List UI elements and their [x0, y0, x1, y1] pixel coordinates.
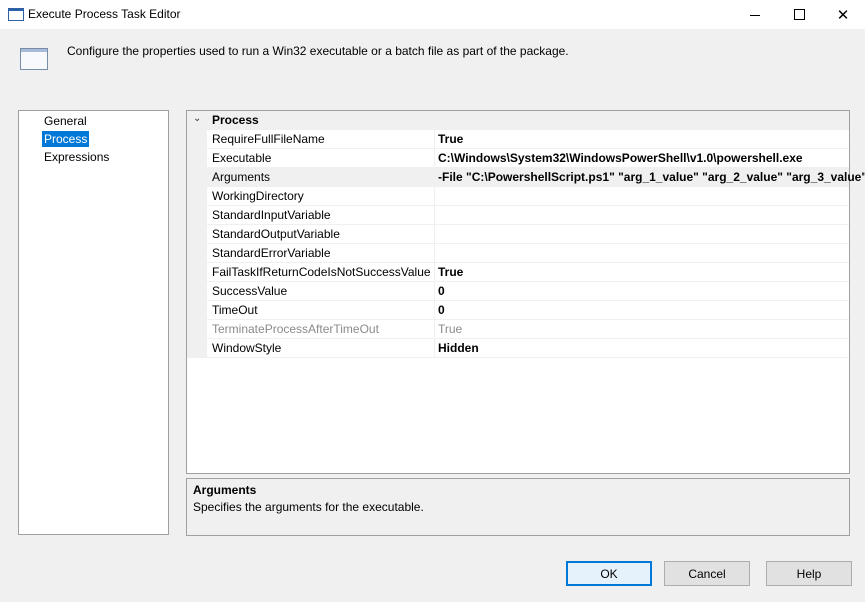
column-divider [434, 149, 435, 168]
window-app-icon [8, 8, 24, 21]
property-value[interactable]: -File "C:\PowershellScript.ps1" "arg_1_v… [438, 170, 865, 184]
property-name: TerminateProcessAfterTimeOut [212, 322, 379, 336]
column-divider [434, 168, 435, 187]
property-grid: ⌄ Process RequireFullFileName True Execu… [186, 110, 865, 474]
minimize-button[interactable] [733, 0, 777, 29]
collapse-chevron-icon[interactable]: ⌄ [193, 113, 201, 124]
property-name: WindowStyle [212, 341, 282, 355]
property-row-terminateprocessaftertimeout[interactable]: TerminateProcessAfterTimeOut True [207, 320, 849, 339]
property-name: TimeOut [212, 303, 258, 317]
property-row-arguments[interactable]: Arguments -File "C:\PowershellScript.ps1… [207, 168, 865, 187]
column-divider [434, 187, 435, 206]
column-divider [434, 130, 435, 149]
property-row-timeout[interactable]: TimeOut 0 [207, 301, 849, 320]
description-text: Specifies the arguments for the executab… [193, 500, 424, 514]
property-row-windowstyle[interactable]: WindowStyle Hidden [207, 339, 849, 358]
category-row-process[interactable]: ⌄ Process [187, 111, 849, 130]
nav-item-process[interactable]: Process [42, 131, 90, 147]
page-list: General Process Expressions [18, 110, 169, 535]
property-row-successvalue[interactable]: SuccessValue 0 [207, 282, 849, 301]
column-divider [434, 301, 435, 320]
property-name: WorkingDirectory [212, 189, 304, 203]
header-description: Configure the properties used to run a W… [67, 44, 569, 58]
property-name: RequireFullFileName [212, 132, 325, 146]
property-value[interactable]: 0 [438, 284, 445, 298]
property-value[interactable]: True [438, 265, 463, 279]
grid-gutter [187, 130, 207, 358]
property-row-standarderrorvariable[interactable]: StandardErrorVariable [207, 244, 849, 263]
property-row-failtaskifreturncodeisnotsuccessvalue[interactable]: FailTaskIfReturnCodeIsNotSuccessValue Tr… [207, 263, 849, 282]
column-divider [434, 206, 435, 225]
help-button[interactable]: Help [766, 561, 852, 586]
property-value: True [438, 322, 463, 336]
property-value[interactable]: True [438, 132, 463, 146]
title-bar: Execute Process Task Editor ✕ [0, 0, 865, 29]
property-name: SuccessValue [212, 284, 288, 298]
property-name: StandardErrorVariable [212, 246, 331, 260]
property-row-executable[interactable]: Executable C:\Windows\System32\WindowsPo… [207, 149, 849, 168]
cancel-button[interactable]: Cancel [664, 561, 750, 586]
close-button[interactable]: ✕ [821, 0, 865, 29]
maximize-icon [793, 9, 805, 20]
property-name: Executable [212, 151, 272, 165]
column-divider [434, 263, 435, 282]
close-icon: ✕ [836, 6, 850, 24]
property-value[interactable]: C:\Windows\System32\WindowsPowerShell\v1… [438, 151, 803, 165]
minimize-icon [750, 15, 760, 16]
window-title: Execute Process Task Editor [28, 7, 181, 21]
property-row-standardoutputvariable[interactable]: StandardOutputVariable [207, 225, 849, 244]
description-title: Arguments [193, 483, 257, 497]
property-value[interactable]: Hidden [438, 341, 479, 355]
nav-item-expressions[interactable]: Expressions [42, 149, 111, 165]
property-name: StandardOutputVariable [212, 227, 340, 241]
nav-item-general[interactable]: General [42, 113, 89, 129]
property-row-standardinputvariable[interactable]: StandardInputVariable [207, 206, 849, 225]
column-divider [434, 339, 435, 358]
property-name: StandardInputVariable [212, 208, 331, 222]
property-name: FailTaskIfReturnCodeIsNotSuccessValue [212, 265, 431, 279]
column-divider [434, 282, 435, 301]
column-divider [434, 320, 435, 339]
property-name: Arguments [212, 170, 271, 184]
category-label: Process [212, 113, 259, 127]
property-row-requirefullfilename[interactable]: RequireFullFileName True [207, 130, 849, 149]
ok-button[interactable]: OK [566, 561, 652, 586]
property-value[interactable]: 0 [438, 303, 445, 317]
description-panel: Arguments Specifies the arguments for th… [186, 478, 850, 536]
column-divider [434, 225, 435, 244]
column-divider [434, 244, 435, 263]
maximize-button[interactable] [777, 0, 821, 29]
window-form-icon [20, 48, 48, 70]
property-row-workingdirectory[interactable]: WorkingDirectory [207, 187, 849, 206]
